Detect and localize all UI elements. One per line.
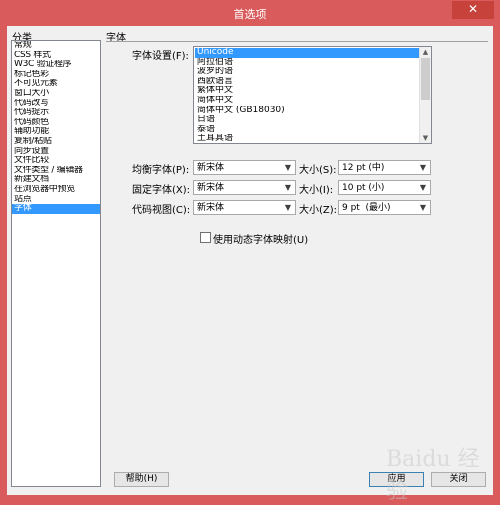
chevron-down-icon: ▼ [282,202,294,213]
code-view-size-select[interactable]: 9 pt (最小) ▼ [338,200,431,215]
category-item[interactable]: 新建文档 [12,175,100,185]
close-button[interactable]: 关闭 [431,472,486,487]
chevron-down-icon: ▼ [282,162,294,173]
scroll-down-icon[interactable]: ▼ [420,133,431,143]
font-list-item[interactable]: 日语 [195,115,419,125]
chevron-down-icon: ▼ [282,182,294,193]
apply-button[interactable]: 应用 [369,472,424,487]
font-setting-label: 字体设置(F): [132,47,189,62]
category-item[interactable]: 复制/粘贴 [12,137,100,147]
scroll-up-icon[interactable]: ▲ [420,47,431,57]
font-list-item[interactable]: 土耳其语 [195,134,419,144]
category-item[interactable]: 不可见元素 [12,79,100,89]
category-item[interactable]: CSS 样式 [12,51,100,61]
font-list-item[interactable]: 西欧语言 [195,77,419,87]
font-list-item[interactable]: 阿拉伯语 [195,58,419,68]
category-list[interactable]: 常规CSS 样式W3C 验证程序标记色彩不可见元素窗口大小代码改写代码提示代码颜… [11,40,101,487]
fixed-size-select[interactable]: 10 pt (小) ▼ [338,180,431,195]
category-item[interactable]: 同步设置 [12,147,100,157]
font-list-item[interactable]: 波罗的语 [195,67,419,77]
window-title: 首选项 [0,6,500,22]
proportional-size-select[interactable]: 12 pt (中) ▼ [338,160,431,175]
font-list-item[interactable]: 繁体中文 [195,86,419,96]
category-item[interactable]: 标记色彩 [12,70,100,80]
dialog-body: 分类 常规CSS 样式W3C 验证程序标记色彩不可见元素窗口大小代码改写代码提示… [7,26,493,495]
category-item[interactable]: 辅助功能 [12,127,100,137]
font-list-item[interactable]: Unicode [195,48,419,58]
proportional-font-label: 均衡字体(P): [132,161,189,176]
proportional-size-value: 12 pt (中) [342,162,384,174]
chevron-down-icon: ▼ [417,182,429,193]
dynamic-font-mapping-checkbox[interactable] [200,232,211,243]
category-item[interactable]: 在浏览器中预览 [12,185,100,195]
category-item[interactable]: 代码提示 [12,108,100,118]
chevron-down-icon: ▼ [417,162,429,173]
title-bar: 首选项 ✕ [0,0,500,26]
category-item[interactable]: 文件比较 [12,156,100,166]
font-list-scrollbar[interactable]: ▲ ▼ [419,47,431,143]
font-list-item[interactable]: 泰语 [195,125,419,135]
dynamic-font-mapping-label[interactable]: 使用动态字体映射(U) [213,231,308,246]
category-item[interactable]: 窗口大小 [12,89,100,99]
code-view-size-label: 大小(Z): [299,201,337,216]
category-item[interactable]: W3C 验证程序 [12,60,100,70]
fixed-font-select[interactable]: 新宋体 ▼ [193,180,296,195]
font-list-item[interactable]: 简体中文 [195,96,419,106]
category-item[interactable]: 代码颜色 [12,118,100,128]
proportional-size-label: 大小(S): [299,161,337,176]
category-item[interactable]: 常规 [12,41,100,51]
scroll-thumb[interactable] [421,58,430,100]
font-list-item[interactable]: 简体中文 (GB18030) [195,106,419,116]
code-view-font-label: 代码视图(C): [132,201,190,216]
chevron-down-icon: ▼ [417,202,429,213]
fixed-size-value: 10 pt (小) [342,182,384,194]
proportional-font-select[interactable]: 新宋体 ▼ [193,160,296,175]
section-divider [106,41,488,42]
code-view-size-value: 9 pt (最小) [342,202,391,214]
fixed-size-label: 大小(I): [299,181,333,196]
category-item[interactable]: 文件类型 / 编辑器 [12,166,100,176]
category-item[interactable]: 站点 [12,195,100,205]
category-item[interactable]: 代码改写 [12,99,100,109]
code-view-font-value: 新宋体 [197,202,224,214]
window-close-button[interactable]: ✕ [452,1,494,19]
category-item[interactable]: 字体 [12,204,100,214]
fixed-font-label: 固定字体(X): [132,181,190,196]
fixed-font-value: 新宋体 [197,182,224,194]
code-view-font-select[interactable]: 新宋体 ▼ [193,200,296,215]
help-button[interactable]: 帮助(H) [114,472,169,487]
font-setting-list[interactable]: Unicode阿拉伯语波罗的语西欧语言繁体中文简体中文简体中文 (GB18030… [193,46,432,144]
proportional-font-value: 新宋体 [197,162,224,174]
